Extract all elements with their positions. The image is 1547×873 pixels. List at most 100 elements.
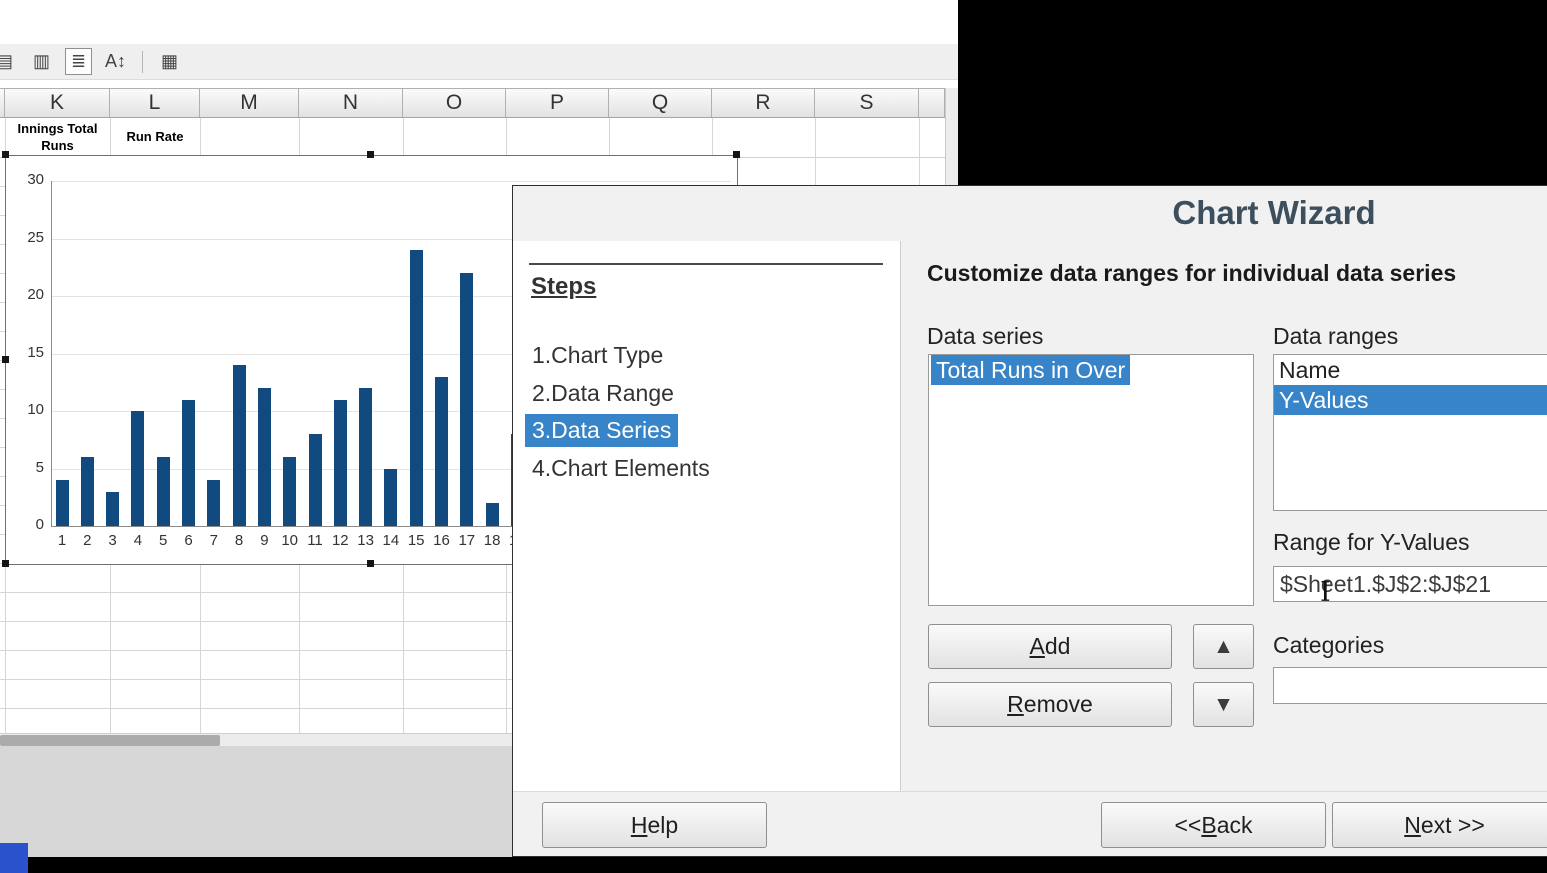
chart-x-tick-label: 12 <box>327 532 353 549</box>
chart-bar <box>384 469 397 527</box>
chart-bar <box>359 388 372 526</box>
data-table-icon[interactable]: ▦ <box>156 48 183 75</box>
column-header-k[interactable]: K <box>5 89 110 117</box>
move-down-button[interactable]: ▼ <box>1193 682 1254 727</box>
chart-bar <box>283 457 296 526</box>
wizard-step-3[interactable]: 3.Data Series <box>525 414 678 447</box>
chart-wizard-dialog: Chart Wizard Steps 1.Chart Type2.Data Ra… <box>512 185 1547 857</box>
column-header-q[interactable]: Q <box>609 89 712 117</box>
taskbar-blue-icon[interactable] <box>0 843 28 873</box>
dialog-title: Chart Wizard <box>513 194 1547 232</box>
data-ranges-listbox[interactable]: NameY-Values <box>1273 354 1547 511</box>
chart-x-tick-label: 15 <box>403 532 429 549</box>
chart-x-tick-label: 5 <box>150 532 176 549</box>
wizard-step-4[interactable]: 4.Chart Elements <box>525 452 717 485</box>
scale-text-icon[interactable]: A↕ <box>102 48 129 75</box>
column-header-partial-right[interactable] <box>919 89 945 117</box>
toolbar-separator <box>142 51 143 73</box>
chart-y-tick-label: 15 <box>10 344 44 361</box>
cell-l1[interactable]: Run Rate <box>110 118 200 157</box>
chart-x-tick-label: 13 <box>353 532 379 549</box>
remove-button[interactable]: Remove <box>928 682 1172 727</box>
chart-handle[interactable] <box>2 356 9 363</box>
back-button[interactable]: << Back <box>1101 802 1326 848</box>
categories-input[interactable] <box>1273 667 1547 704</box>
column-header-r[interactable]: R <box>712 89 815 117</box>
chart-bar <box>258 388 271 526</box>
scrollbar-thumb[interactable] <box>0 735 220 746</box>
down-arrow-icon: ▼ <box>1213 693 1234 717</box>
chart-y-axis <box>51 181 52 526</box>
chart-bar <box>309 434 322 526</box>
chart-x-tick-label: 1 <box>49 532 75 549</box>
categories-label: Categories <box>1273 632 1384 659</box>
chart-y-tick-label: 20 <box>10 286 44 303</box>
cell-k1[interactable]: Innings Total Runs <box>5 118 110 157</box>
desktop-background <box>958 0 1547 185</box>
up-arrow-icon: ▲ <box>1213 635 1234 659</box>
chart-bar <box>460 273 473 526</box>
list-item[interactable]: Name <box>1274 355 1547 385</box>
chart-x-tick-label: 3 <box>100 532 126 549</box>
wizard-step-2[interactable]: 2.Data Range <box>525 377 681 410</box>
ibeam-cursor: I <box>1320 579 1331 606</box>
steps-panel: Steps 1.Chart Type2.Data Range3.Data Ser… <box>513 241 901 791</box>
chart-handle[interactable] <box>367 560 374 567</box>
chart-y-tick-label: 30 <box>10 171 44 188</box>
chart-x-tick-label: 14 <box>378 532 404 549</box>
chart-handle[interactable] <box>2 151 9 158</box>
help-button[interactable]: Help <box>542 802 767 848</box>
chart-bar <box>233 365 246 526</box>
list-item[interactable]: Y-Values <box>1274 385 1547 415</box>
chart-y-tick-label: 25 <box>10 229 44 246</box>
chart-bar <box>81 457 94 526</box>
chart-handle[interactable] <box>733 151 740 158</box>
column-header-l[interactable]: L <box>110 89 200 117</box>
chart-x-tick-label: 8 <box>226 532 252 549</box>
data-series-listbox[interactable]: Total Runs in Over <box>928 354 1254 606</box>
chart-x-tick-label: 17 <box>454 532 480 549</box>
range-y-label: Range for Y-Values <box>1273 529 1470 556</box>
wizard-step-1[interactable]: 1.Chart Type <box>525 339 670 372</box>
chart-y-tick-label: 10 <box>10 401 44 418</box>
column-header-p[interactable]: P <box>506 89 609 117</box>
chart-x-tick-label: 2 <box>74 532 100 549</box>
add-button[interactable]: Add <box>928 624 1172 669</box>
data-ranges-label: Data ranges <box>1273 323 1398 350</box>
taskbar <box>0 857 1547 873</box>
chart-wall-icon[interactable]: ▤ <box>0 48 18 75</box>
chart-bar <box>106 492 119 527</box>
chart-bar <box>435 377 448 527</box>
steps-list: 1.Chart Type 2.Data Range 3.Data Series 4.C… <box>513 241 900 791</box>
next-button[interactable]: Next >> <box>1332 802 1547 848</box>
column-header-n[interactable]: N <box>299 89 403 117</box>
chart-handle[interactable] <box>367 151 374 158</box>
legend-icon[interactable]: ≣ <box>65 48 92 75</box>
chart-bar <box>334 400 347 527</box>
list-item[interactable]: Total Runs in Over <box>931 355 1130 385</box>
chart-x-tick-label: 4 <box>125 532 151 549</box>
chart-bar <box>56 480 69 526</box>
dialog-separator <box>513 791 1547 792</box>
chart-toolbar: ▤ ▥ ≣ A↕ ▦ <box>0 44 958 80</box>
chart-bar <box>486 503 499 526</box>
range-y-input[interactable] <box>1273 566 1547 602</box>
chart-x-tick-label: 10 <box>277 532 303 549</box>
column-header-s[interactable]: S <box>815 89 919 117</box>
chart-bar <box>410 250 423 526</box>
chart-x-tick-label: 16 <box>429 532 455 549</box>
chart-axes-icon[interactable]: ▥ <box>28 48 55 75</box>
chart-bar <box>182 400 195 527</box>
chart-handle[interactable] <box>2 560 9 567</box>
chart-bar <box>207 480 220 526</box>
chart-x-tick-label: 7 <box>201 532 227 549</box>
chart-x-tick-label: 11 <box>302 532 328 549</box>
dialog-heading: Customize data ranges for individual dat… <box>927 260 1456 287</box>
column-header-o[interactable]: O <box>403 89 506 117</box>
sheet-row-1: Innings Total Runs Run Rate <box>0 118 945 158</box>
move-up-button[interactable]: ▲ <box>1193 624 1254 669</box>
column-header-m[interactable]: M <box>200 89 299 117</box>
chart-x-tick-label: 9 <box>251 532 277 549</box>
chart-x-tick-label: 18 <box>479 532 505 549</box>
chart-y-tick-label: 0 <box>10 516 44 533</box>
